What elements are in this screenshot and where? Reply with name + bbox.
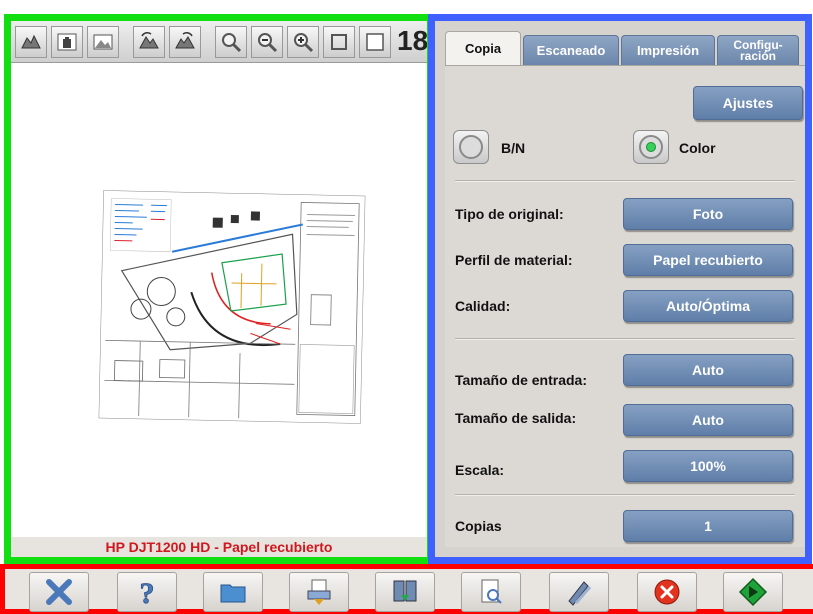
media-profile-button[interactable]: Papel recubierto xyxy=(623,244,793,276)
settings-panel: Copia Escaneado Impresión Configu- ració… xyxy=(428,14,812,564)
copy-settings-form: Ajustes B/N Color Tipo de original: Foto… xyxy=(445,65,805,547)
close-x-icon[interactable] xyxy=(29,572,89,612)
media-profile-label: Perfil de material: xyxy=(455,252,573,268)
scanner-copy-icon[interactable] xyxy=(289,572,349,612)
zoom-icon[interactable] xyxy=(215,26,247,58)
zoom-in-icon[interactable] xyxy=(287,26,319,58)
pens-icon[interactable] xyxy=(549,572,609,612)
help-icon[interactable]: ? xyxy=(117,572,177,612)
copies-button[interactable]: 1 xyxy=(623,510,793,542)
rotate-left-icon[interactable] xyxy=(133,26,165,58)
folder-icon[interactable] xyxy=(203,572,263,612)
tab-bar: Copia Escaneado Impresión Configu- ració… xyxy=(445,31,805,65)
output-size-label: Tamaño de salida: xyxy=(455,410,577,426)
bw-label: B/N xyxy=(501,140,526,156)
book-copy-icon[interactable] xyxy=(375,572,435,612)
preview-toolbar: 18 xyxy=(11,21,427,63)
bw-radio[interactable] xyxy=(453,130,489,164)
output-size-button[interactable]: Auto xyxy=(623,404,793,436)
zoom-out-icon[interactable] xyxy=(251,26,283,58)
zoom-fit-icon[interactable] xyxy=(323,26,355,58)
hand-pan-icon[interactable] xyxy=(51,26,83,58)
color-label: Color xyxy=(679,140,716,156)
zoom-readout: 18 xyxy=(397,25,427,56)
input-size-label: Tamaño de entrada: xyxy=(455,372,587,388)
pan-page-icon[interactable] xyxy=(15,26,47,58)
scale-label: Escala: xyxy=(455,462,505,478)
original-type-label: Tipo de original: xyxy=(455,206,564,222)
start-icon[interactable] xyxy=(723,572,783,612)
tab-copia[interactable]: Copia xyxy=(445,31,521,65)
divider xyxy=(455,338,795,340)
image-view-icon[interactable] xyxy=(87,26,119,58)
zoom-actual-icon[interactable] xyxy=(359,26,391,58)
radio-unselected-icon xyxy=(459,135,483,159)
copy-application: 18 HP DJT1200 HD - Papel recubierto Copi… xyxy=(0,0,813,614)
quality-button[interactable]: Auto/Óptima xyxy=(623,290,793,322)
divider xyxy=(455,494,795,496)
radio-selected-icon xyxy=(639,135,663,159)
copies-label: Copias xyxy=(455,518,502,534)
scan-preview-area[interactable] xyxy=(11,63,427,537)
quality-label: Calidad: xyxy=(455,298,511,314)
scanned-plan-image xyxy=(98,190,366,424)
action-bar: ? xyxy=(0,564,813,614)
rotate-right-icon[interactable] xyxy=(169,26,201,58)
ajustes-button[interactable]: Ajustes xyxy=(693,86,803,120)
color-radio[interactable] xyxy=(633,130,669,164)
tab-impresion[interactable]: Impresión xyxy=(621,35,715,65)
original-type-button[interactable]: Foto xyxy=(623,198,793,230)
settings-background: Copia Escaneado Impresión Configu- ració… xyxy=(435,21,805,557)
device-status-text: HP DJT1200 HD - Papel recubierto xyxy=(11,537,427,557)
preview-panel: 18 HP DJT1200 HD - Papel recubierto xyxy=(4,14,434,564)
cancel-icon[interactable] xyxy=(637,572,697,612)
scale-button[interactable]: 100% xyxy=(623,450,793,482)
print-preview-icon[interactable] xyxy=(461,572,521,612)
tab-configuracion[interactable]: Configu- ración xyxy=(717,35,799,65)
input-size-button[interactable]: Auto xyxy=(623,354,793,386)
svg-text:?: ? xyxy=(140,577,155,607)
divider xyxy=(455,180,795,182)
tab-escaneado[interactable]: Escaneado xyxy=(523,35,619,65)
